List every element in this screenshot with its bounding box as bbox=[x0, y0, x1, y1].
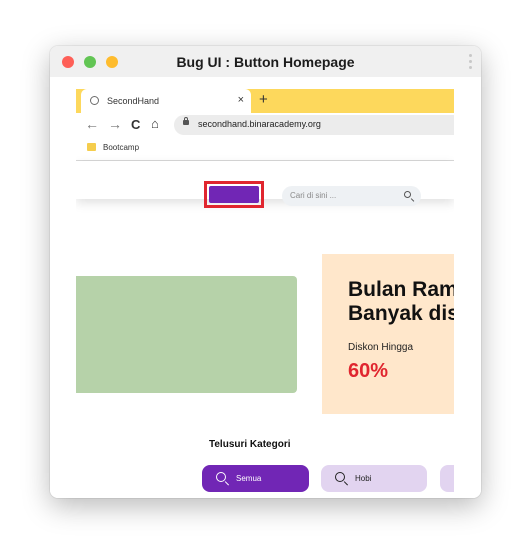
more-options-icon[interactable] bbox=[469, 54, 473, 72]
tab-title: SecondHand bbox=[107, 96, 160, 106]
window-title: Bug UI : Button Homepage bbox=[176, 54, 355, 70]
promo-heading-line2: Banyak dis bbox=[348, 302, 454, 325]
bookmark-bootcamp[interactable]: Bootcamp bbox=[103, 143, 139, 152]
back-arrow-icon[interactable]: ← bbox=[85, 116, 99, 132]
search-input[interactable]: Cari di sini ... bbox=[282, 186, 421, 206]
window-titlebar: Bug UI : Button Homepage bbox=[50, 46, 481, 78]
app-window: Bug UI : Button Homepage SecondHand × + … bbox=[50, 46, 481, 498]
tab-close-icon[interactable]: × bbox=[238, 94, 244, 106]
banner-image bbox=[76, 276, 297, 393]
search-icon bbox=[216, 472, 226, 482]
browser-toolbar: ← → C ⌂ secondhand.binaracademy.org bbox=[76, 113, 454, 137]
browser-tabstrip: SecondHand × + bbox=[76, 89, 454, 113]
screenshot-canvas: SecondHand × + ← → C ⌂ secondhand.binara… bbox=[50, 77, 481, 498]
promo-discount-label: Diskon Hingga bbox=[348, 342, 414, 353]
promo-heading: Bulan Ram Banyak dis bbox=[348, 278, 454, 326]
reload-icon[interactable]: C bbox=[131, 117, 140, 132]
search-icon bbox=[335, 472, 345, 482]
forward-arrow-icon[interactable]: → bbox=[108, 116, 122, 132]
browser-tab[interactable]: SecondHand × bbox=[81, 89, 251, 113]
category-chip-hobi[interactable]: Hobi bbox=[321, 465, 427, 492]
category-chip-partial[interactable] bbox=[440, 465, 454, 492]
promo-banner: Bulan Ram Banyak dis Diskon Hingga 60% bbox=[322, 254, 454, 414]
home-icon[interactable]: ⌂ bbox=[151, 116, 159, 131]
promo-discount-value: 60% bbox=[348, 360, 389, 382]
url-text: secondhand.binaracademy.org bbox=[198, 119, 321, 129]
category-chip-label: Hobi bbox=[355, 474, 372, 483]
bookmarks-bar: Bootcamp bbox=[76, 137, 454, 161]
category-section-title: Telusuri Kategori bbox=[209, 439, 291, 450]
home-logo-button[interactable] bbox=[209, 186, 259, 203]
new-tab-button[interactable]: + bbox=[259, 91, 268, 108]
search-placeholder: Cari di sini ... bbox=[290, 191, 337, 200]
promo-heading-line1: Bulan Ram bbox=[348, 278, 454, 301]
category-chip-semua[interactable]: Semua bbox=[202, 465, 309, 492]
folder-icon bbox=[87, 143, 96, 151]
category-chip-label: Semua bbox=[236, 474, 262, 483]
search-icon[interactable] bbox=[404, 191, 411, 198]
address-bar[interactable]: secondhand.binaracademy.org bbox=[174, 115, 454, 135]
globe-icon bbox=[90, 96, 99, 105]
lock-icon bbox=[183, 117, 189, 125]
browser-screenshot: SecondHand × + ← → C ⌂ secondhand.binara… bbox=[76, 89, 454, 498]
